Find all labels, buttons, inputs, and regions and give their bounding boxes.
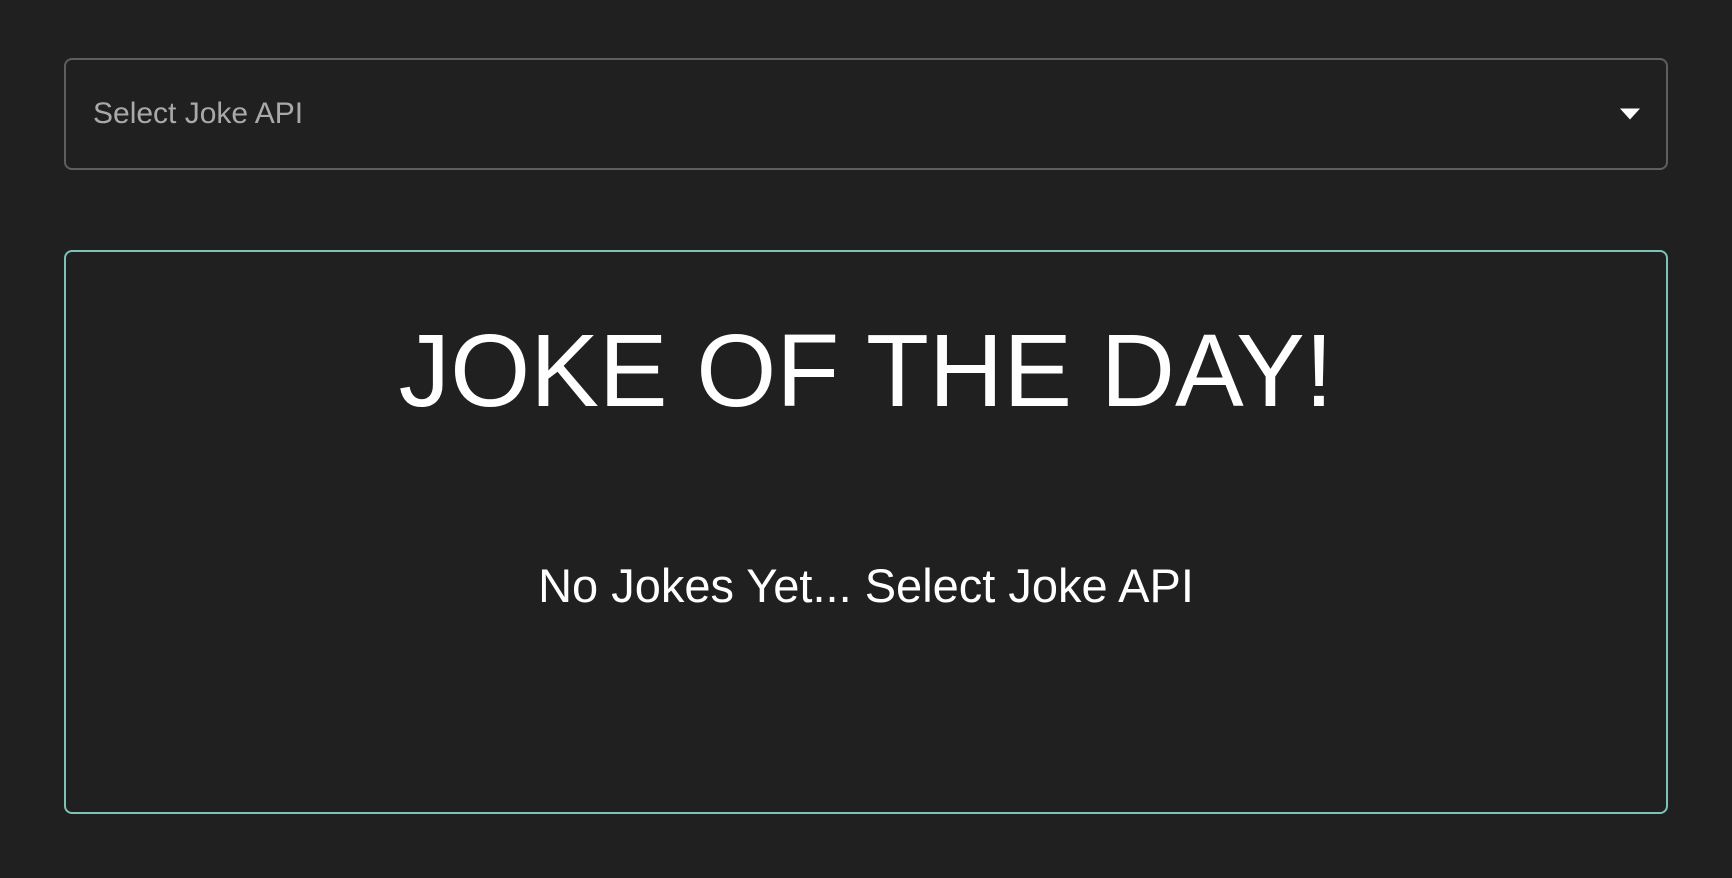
- caret-down-icon[interactable]: [1620, 108, 1640, 120]
- joke-text: No Jokes Yet... Select Joke API: [538, 559, 1194, 612]
- joke-api-select[interactable]: Select Joke API: [64, 58, 1668, 170]
- joke-card: JOKE OF THE DAY! No Jokes Yet... Select …: [64, 250, 1668, 814]
- joke-title: JOKE OF THE DAY!: [398, 313, 1334, 428]
- joke-api-select-placeholder: Select Joke API: [93, 97, 304, 130]
